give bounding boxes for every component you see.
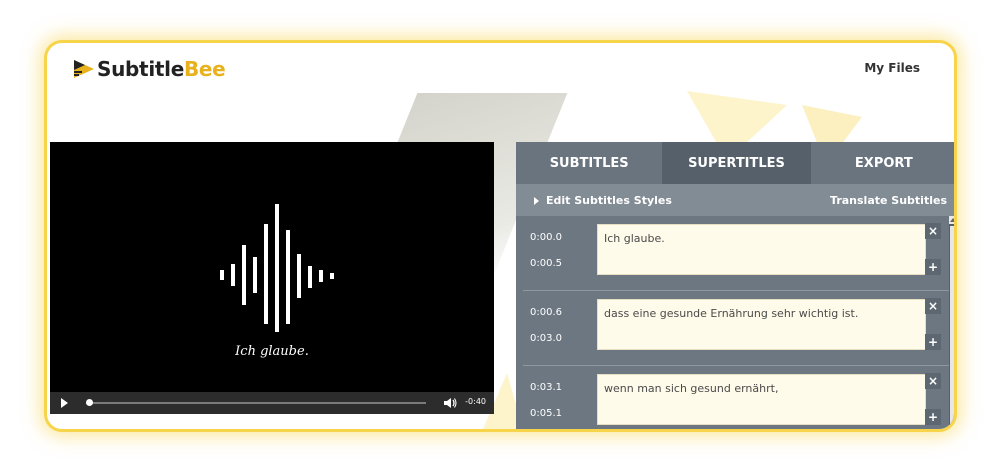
close-icon[interactable]: × [925, 373, 941, 389]
tab-export[interactable]: EXPORT [810, 142, 954, 184]
logo[interactable]: SubtitleBee [73, 57, 226, 81]
caret-right-icon [534, 196, 539, 205]
tab-subtitles[interactable]: SUBTITLES [516, 142, 664, 184]
play-icon[interactable] [61, 398, 68, 408]
translate-subtitles-link[interactable]: Translate Subtitles [830, 194, 947, 207]
player-controls: -0:40 [50, 392, 494, 414]
scroll-thumb[interactable] [950, 226, 954, 426]
video-caption: Ich glaube. [235, 344, 309, 359]
start-time[interactable]: 0:00.6 [530, 307, 562, 318]
end-time[interactable]: 0:00.5 [530, 258, 562, 269]
panel-tabs: SUBTITLES SUPERTITLES EXPORT [516, 142, 954, 184]
tab-supertitles[interactable]: SUPERTITLES [663, 142, 811, 184]
subtitle-row: 0:00.0 0:00.5 Ich glaube. × + [516, 216, 949, 291]
logo-mark-icon [74, 60, 94, 78]
subtitle-text-input[interactable]: wenn man sich gesund ernährt, [597, 374, 926, 425]
styles-bar: Edit Subtitles Styles Translate Subtitle… [516, 184, 954, 216]
subtitle-row: 0:00.6 0:03.0 dass eine gesunde Ernährun… [516, 291, 949, 366]
video-player[interactable]: Ich glaube. -0:40 [50, 142, 494, 414]
start-time[interactable]: 0:00.0 [530, 232, 562, 243]
header: SubtitleBee My Files [47, 43, 954, 99]
waveform-graphic [220, 204, 334, 332]
close-icon[interactable]: × [925, 223, 941, 239]
subtitle-row: 0:03.1 0:05.1 wenn man sich gesund ernäh… [516, 366, 949, 429]
app-frame: SubtitleBee My Files Ich glaube. -0:40 S… [44, 40, 957, 432]
subtitle-panel: SUBTITLES SUPERTITLES EXPORT Edit Subtit… [516, 142, 954, 429]
logo-text-bee: Bee [183, 57, 226, 81]
progress-knob[interactable] [86, 399, 94, 406]
end-time[interactable]: 0:05.1 [530, 408, 562, 419]
close-icon[interactable]: × [925, 298, 941, 314]
scroll-up-icon[interactable] [949, 216, 954, 224]
subtitle-list: 0:00.0 0:00.5 Ich glaube. × + 0:00.6 0:0… [516, 216, 949, 429]
logo-text-subtitle: Subtitle [97, 57, 184, 81]
progress-track[interactable] [86, 402, 426, 404]
end-time[interactable]: 0:03.0 [530, 333, 562, 344]
plus-icon[interactable]: + [925, 259, 941, 275]
logo-text: SubtitleBee [97, 57, 226, 81]
plus-icon[interactable]: + [925, 409, 941, 425]
plus-icon[interactable]: + [925, 334, 941, 350]
edit-styles-toggle[interactable]: Edit Subtitles Styles [534, 194, 672, 207]
subtitle-text-input[interactable]: dass eine gesunde Ernährung sehr wichtig… [597, 299, 926, 350]
edit-styles-label: Edit Subtitles Styles [546, 194, 672, 207]
time-remaining: -0:40 [465, 397, 486, 406]
start-time[interactable]: 0:03.1 [530, 382, 562, 393]
subtitle-text-input[interactable]: Ich glaube. [597, 224, 926, 275]
volume-icon[interactable] [443, 396, 457, 410]
my-files-link[interactable]: My Files [864, 61, 920, 75]
subtitle-scrollbar[interactable] [949, 216, 954, 429]
